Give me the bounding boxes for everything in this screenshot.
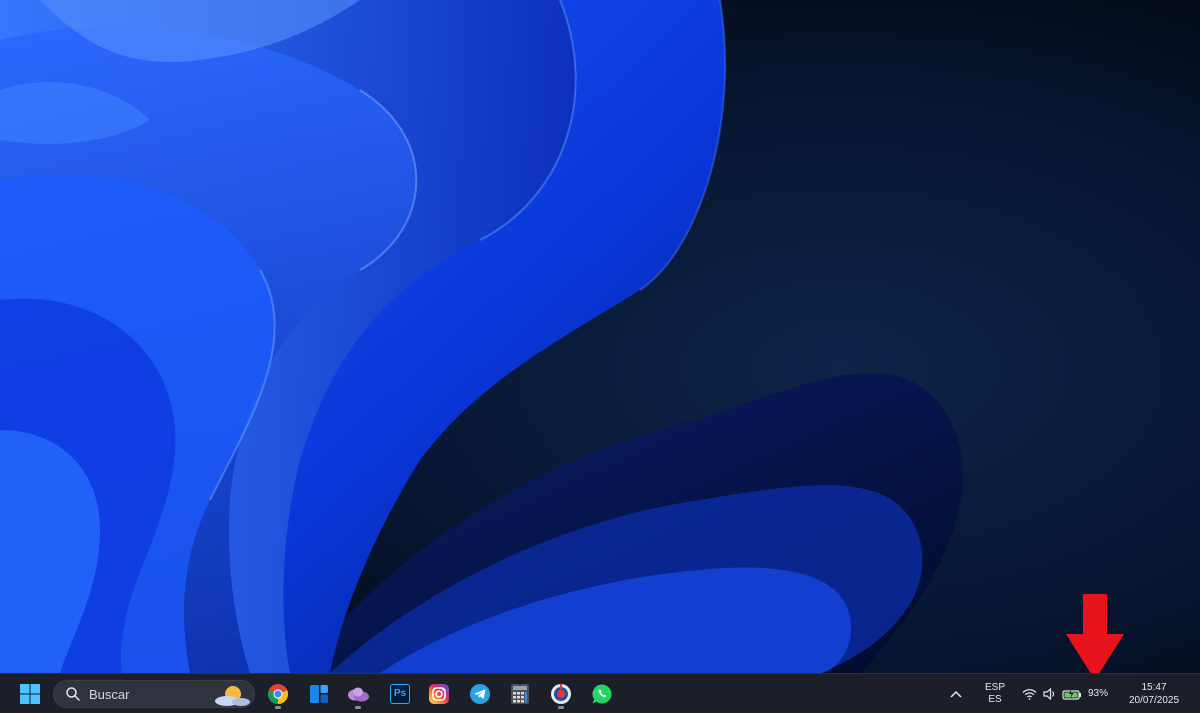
language-code: ESP bbox=[984, 682, 1005, 693]
clock-time: 15:47 bbox=[1141, 682, 1167, 693]
photoshop-icon: Ps bbox=[390, 684, 410, 704]
red-arrow-annotation bbox=[1066, 594, 1124, 680]
desktop bbox=[0, 0, 1200, 673]
quick-settings-button[interactable]: 93% bbox=[1018, 678, 1112, 710]
start-button[interactable] bbox=[12, 678, 48, 710]
taskbar-app-chrome[interactable] bbox=[260, 678, 296, 710]
battery-percent: 93% bbox=[1088, 688, 1109, 699]
battery-icon bbox=[1062, 689, 1081, 700]
photoshop-glyph: Ps bbox=[393, 688, 407, 699]
taskbar-app-onedrive[interactable] bbox=[340, 678, 376, 710]
taskbar-app-recorder[interactable] bbox=[543, 678, 579, 710]
taskbar-app-whatsapp[interactable] bbox=[584, 678, 620, 710]
keyboard-layout: ES bbox=[988, 694, 1002, 705]
wallpaper-bloom bbox=[0, 0, 1200, 673]
search-input[interactable]: Buscar bbox=[53, 680, 255, 708]
recorder-icon bbox=[551, 684, 571, 704]
windows-start-icon bbox=[20, 684, 40, 704]
chrome-icon bbox=[267, 684, 289, 705]
taskbar-app-calculator[interactable] bbox=[502, 678, 538, 710]
calculator-icon bbox=[511, 684, 529, 704]
clock-button[interactable]: 15:47 20/07/2025 bbox=[1118, 681, 1190, 707]
search-icon bbox=[66, 687, 80, 701]
wifi-icon bbox=[1022, 689, 1037, 700]
taskbar: Buscar Ps ESP ES 93% 15:47 20/07/2025 bbox=[0, 673, 1200, 713]
chevron-up-icon bbox=[950, 690, 962, 698]
show-hidden-icons-button[interactable] bbox=[942, 678, 970, 710]
onedrive-cloud-icon bbox=[348, 687, 369, 702]
clock-date: 20/07/2025 bbox=[1128, 695, 1180, 706]
taskbar-app-telegram[interactable] bbox=[462, 678, 498, 710]
taskbar-app-instagram[interactable] bbox=[421, 678, 457, 710]
taskbar-app-photoshop[interactable]: Ps bbox=[382, 678, 418, 710]
widgets-icon bbox=[310, 685, 328, 703]
language-indicator[interactable]: ESP ES bbox=[977, 678, 1013, 710]
volume-icon bbox=[1043, 688, 1055, 700]
search-placeholder: Buscar bbox=[89, 687, 130, 702]
whatsapp-icon bbox=[592, 684, 612, 704]
weather-icon bbox=[215, 686, 250, 706]
instagram-icon bbox=[429, 684, 449, 704]
taskbar-app-widgets[interactable] bbox=[301, 678, 337, 710]
telegram-icon bbox=[470, 684, 490, 704]
